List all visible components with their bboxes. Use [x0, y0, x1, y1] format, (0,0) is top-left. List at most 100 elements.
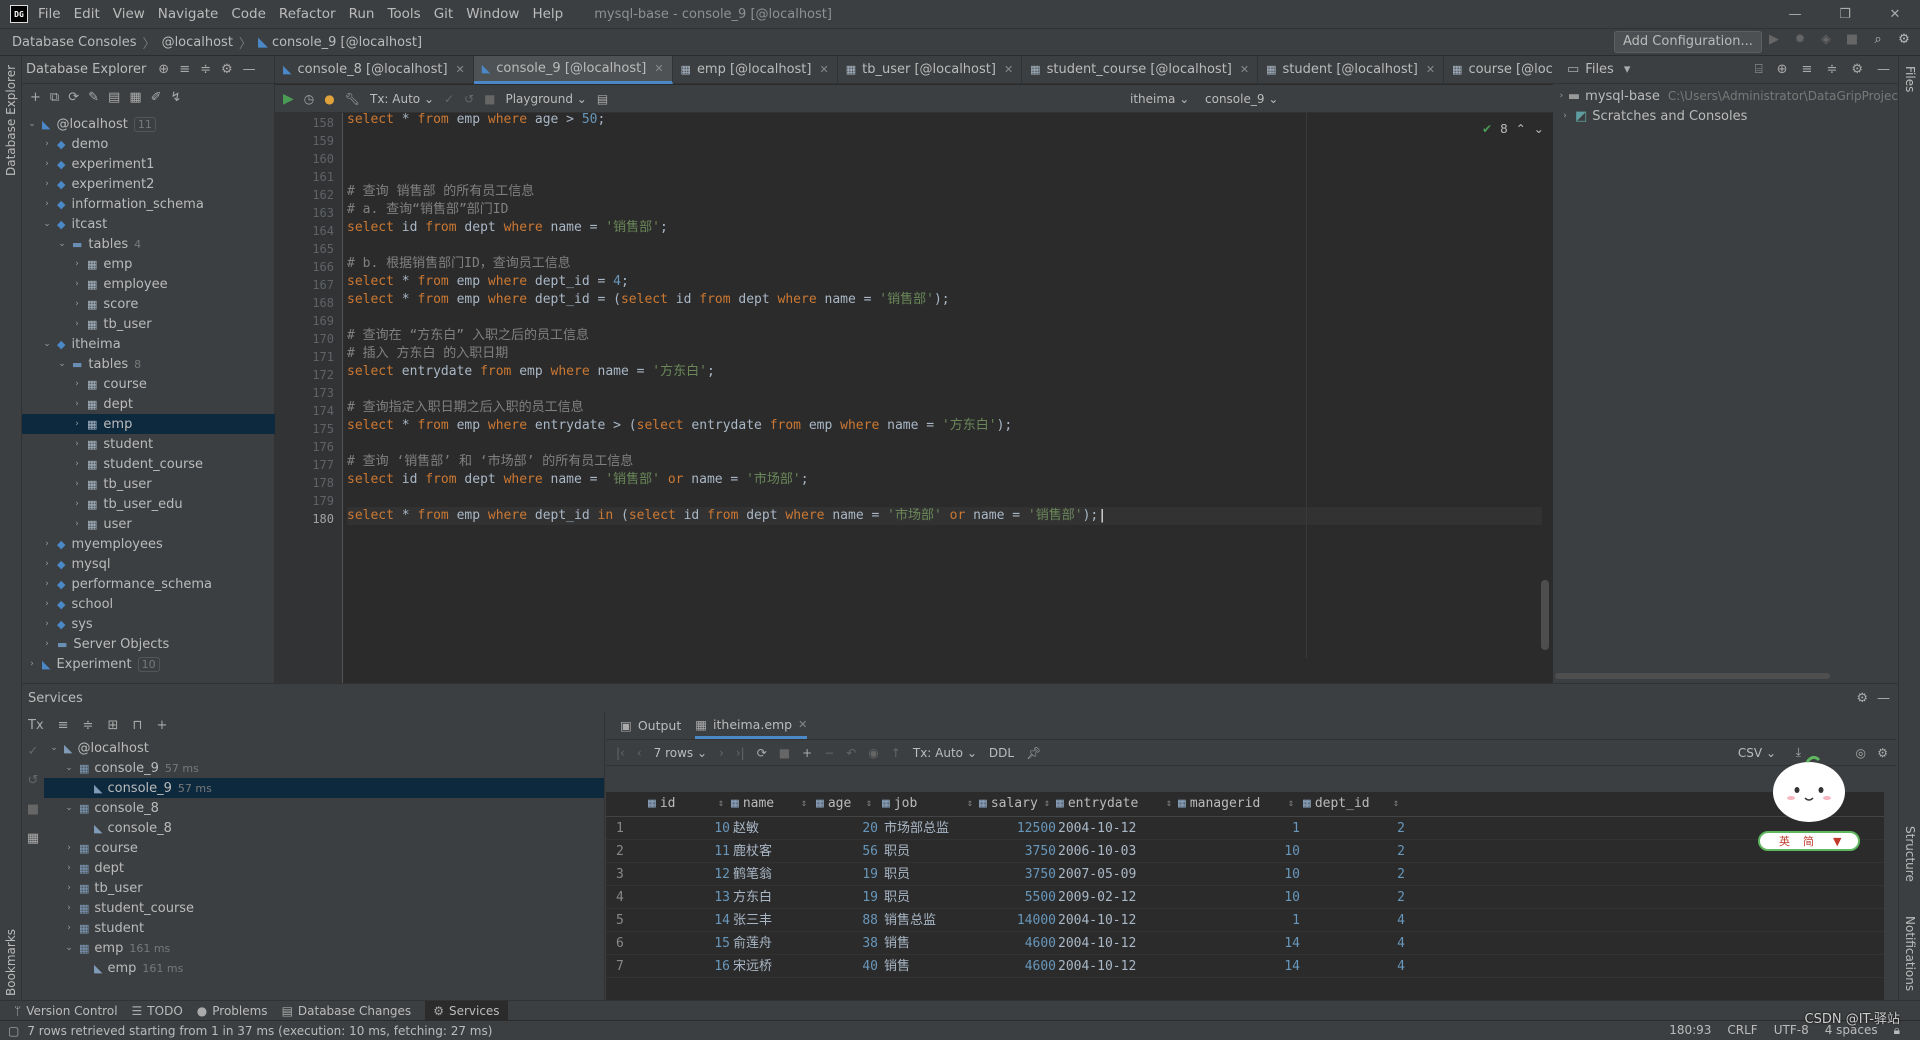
table-cell-salary[interactable]: 5500 [981, 886, 1056, 909]
menu-file[interactable]: File [38, 6, 61, 22]
tree-item-table[interactable]: › ▦ course [22, 374, 275, 394]
close-tab-icon[interactable]: ✕ [1426, 63, 1435, 76]
menu-navigate[interactable]: Navigate [158, 6, 219, 22]
refresh-icon[interactable]: ⟳ [757, 746, 767, 760]
line-separator[interactable]: CRLF [1727, 1023, 1757, 1038]
expand-arrow-icon[interactable]: › [71, 439, 83, 449]
structure-stripe-button[interactable]: Structure [1903, 826, 1917, 882]
table-cell-age[interactable]: 19 [818, 886, 878, 909]
tree-item-db[interactable]: ⌄ ◆ itcast [22, 214, 275, 234]
table-cell-age[interactable]: 40 [818, 955, 878, 978]
sort-icon[interactable]: ⇕ [967, 792, 973, 816]
table-cell-salary[interactable]: 14000 [981, 909, 1056, 932]
expand-arrow-icon[interactable]: › [71, 259, 83, 269]
service-item[interactable]: ⌄ ▦ console_9 57 ms [44, 758, 604, 778]
menu-refactor[interactable]: Refactor [279, 6, 336, 22]
expand-arrow-icon[interactable]: › [71, 399, 83, 409]
table-cell-entrydate[interactable]: 2004-10-12 [1058, 817, 1178, 840]
hide-icon[interactable]: — [1877, 691, 1890, 706]
column-header[interactable]: ▦ name ⇕ [731, 792, 811, 816]
expand-arrow-icon[interactable]: › [71, 319, 83, 329]
tool-window-database-changes[interactable]: ▤ Database Changes [282, 1004, 412, 1018]
table-cell-age[interactable]: 56 [818, 840, 878, 863]
tx-icon[interactable]: Tx [28, 718, 44, 733]
sql-editor[interactable]: 158 159 160 161 162 163 164 165 166 167 168 169 170 1… [275, 112, 1553, 683]
rows-count-dropdown[interactable]: 7 rows ⌄ [654, 746, 707, 760]
submit-icon[interactable]: ↑ [891, 746, 901, 760]
tree-item-table[interactable]: › ▦ emp [22, 254, 275, 274]
table-cell-dept_id[interactable]: 2 [1305, 840, 1405, 863]
table-row[interactable]: 4 13 方东白 19 职员 5500 2009-02-12 10 2 [606, 886, 1884, 909]
inspection-widget[interactable]: ✔ 8 ⌃ ⌄ [1482, 122, 1544, 136]
code-area[interactable]: select * from emp where age > 50; # 查询 销售… [347, 112, 1547, 683]
expand-arrow-icon[interactable]: › [71, 379, 83, 389]
collapse-arrow-icon[interactable]: ⌄ [56, 359, 68, 369]
service-item[interactable]: › ▦ tb_user [44, 878, 604, 898]
close-tab-icon[interactable]: ✕ [1240, 63, 1249, 76]
chevron-down-icon[interactable]: ⌄ [1534, 122, 1544, 136]
tree-item-table[interactable]: › ▦ tb_user_edu [22, 494, 275, 514]
filter-icon[interactable]: ⊓ [132, 718, 142, 733]
minimize-button[interactable]: — [1770, 0, 1820, 29]
service-item[interactable]: ◣ emp 161 ms [44, 958, 604, 978]
commit-icon[interactable]: ✓ [444, 92, 454, 106]
table-cell-salary[interactable]: 12500 [981, 817, 1056, 840]
rollback-icon[interactable]: ↺ [28, 773, 39, 788]
collapse-arrow-icon[interactable]: ⌄ [63, 803, 75, 813]
expand-arrow-icon[interactable]: › [41, 159, 53, 169]
copy-icon[interactable]: ⧉ [50, 90, 59, 105]
table-cell-salary[interactable]: 3750 [981, 840, 1056, 863]
tool-window-services[interactable]: ⚙ Services [425, 1000, 508, 1021]
table-row[interactable]: 7 16 宋远桥 40 销售 4600 2004-10-12 14 4 [606, 955, 1884, 978]
table-cell-managerid[interactable]: 1 [1180, 909, 1300, 932]
gear-icon[interactable]: ⚙ [1851, 62, 1863, 77]
tree-item-db[interactable]: › ◆ mysql [22, 554, 275, 574]
tool-window-version-control[interactable]: ᛘ Version Control [14, 1004, 118, 1018]
service-item[interactable]: ⌄ ▦ emp 161 ms [44, 938, 604, 958]
breadcrumb-console[interactable]: console_9 [@localhost] [272, 35, 422, 50]
column-header[interactable]: ▦ dept_id ⇕ [1303, 792, 1403, 816]
table-row[interactable]: 5 14 张三丰 88 销售总监 14000 2004-10-12 1 4 [606, 909, 1884, 932]
expand-arrow-icon[interactable]: › [1559, 91, 1564, 101]
cancel-icon[interactable]: ■ [484, 92, 495, 106]
add-icon[interactable]: + [157, 718, 168, 733]
editor-tab[interactable]: ▦ student_course [@localhost] ✕ [1022, 55, 1259, 84]
tree-item-db[interactable]: › ◆ myemployees [22, 534, 275, 554]
sort-icon[interactable]: ⇕ [1288, 792, 1294, 816]
collapse-arrow-icon[interactable]: ⌄ [63, 763, 75, 773]
editor-tab[interactable]: ▦ student [@localhost] ✕ [1258, 55, 1445, 84]
chevron-up-icon[interactable]: ⌃ [1516, 122, 1526, 136]
menu-view[interactable]: View [113, 6, 145, 22]
expand-arrow-icon[interactable]: › [71, 479, 83, 489]
bookmarks-stripe-button[interactable]: Bookmarks [4, 929, 18, 996]
tree-item-table[interactable]: › ▦ student [22, 434, 275, 454]
table-cell-id[interactable]: 14 [650, 909, 730, 932]
coverage-icon[interactable]: ◈ [1818, 31, 1834, 47]
add-icon[interactable]: + [30, 90, 41, 105]
column-header[interactable]: ▦ id ⇕ [648, 792, 728, 816]
table-cell-age[interactable]: 19 [818, 863, 878, 886]
tree-item-host[interactable]: › ◣ Experiment 10 [22, 654, 275, 674]
sort-icon[interactable]: ⇕ [718, 792, 724, 816]
stop-icon[interactable]: ■ [779, 746, 790, 760]
menu-tools[interactable]: Tools [387, 6, 420, 22]
table-cell-age[interactable]: 88 [818, 909, 878, 932]
service-item[interactable]: ⌄ ▦ console_8 [44, 798, 604, 818]
table-cell-id[interactable]: 12 [650, 863, 730, 886]
sort-icon[interactable]: ⇕ [1044, 792, 1050, 816]
close-tab-icon[interactable]: ✕ [1004, 63, 1013, 76]
collapse-all-icon[interactable]: ≑ [1826, 62, 1837, 77]
open-folder-icon[interactable]: ⌸ [1755, 62, 1763, 77]
add-configuration-button[interactable]: Add Configuration... [1614, 31, 1762, 53]
table-cell-entrydate[interactable]: 2004-10-12 [1058, 955, 1178, 978]
table-icon[interactable]: ▦ [129, 90, 141, 105]
sort-icon[interactable]: ⇕ [801, 792, 807, 816]
table-cell-name[interactable]: 宋远桥 [733, 955, 813, 978]
editor-tab[interactable]: ▦ tb_user [@localhost] ✕ [838, 55, 1023, 84]
tree-item-db[interactable]: ⌄ ◆ itheima [22, 334, 275, 354]
files-title[interactable]: Files [1585, 62, 1614, 77]
sort-icon[interactable]: ⇕ [1166, 792, 1172, 816]
menu-run[interactable]: Run [349, 6, 375, 22]
breadcrumb-consoles[interactable]: Database Consoles [12, 35, 137, 50]
horizontal-scrollbar[interactable] [1555, 673, 1830, 679]
